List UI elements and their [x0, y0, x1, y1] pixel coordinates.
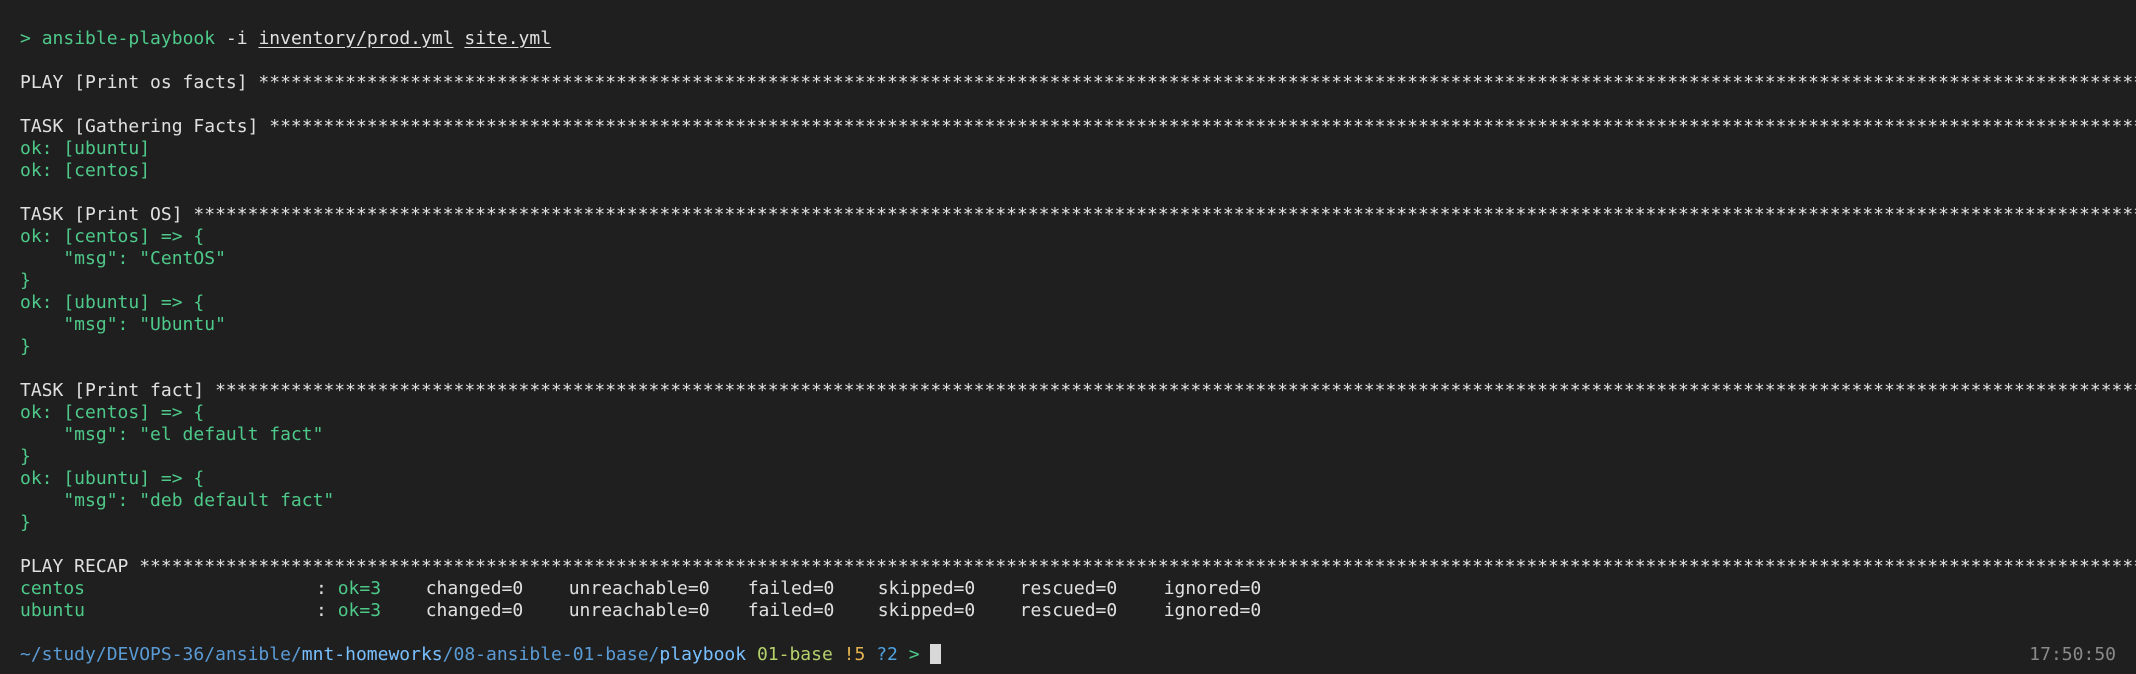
- recap-header: PLAY RECAP *****************************…: [20, 556, 2136, 578]
- output-line: "msg": "Ubuntu": [20, 314, 226, 335]
- output-line: ok: [centos] => {: [20, 226, 205, 247]
- output-line: }: [20, 270, 31, 291]
- prompt-path-prefix: ~/study/DEVOPS-36/ansible/: [20, 644, 302, 665]
- recap-host: ubuntu: [20, 600, 86, 621]
- git-modified-count: !5: [843, 644, 866, 665]
- recap-changed: changed=0: [425, 600, 524, 621]
- task-stars: ****************************************…: [269, 116, 2136, 137]
- command-line: > ansible-playbook -i inventory/prod.yml…: [20, 28, 2136, 50]
- recap-stars: ****************************************…: [139, 556, 2136, 577]
- recap-ok: ok=3: [337, 578, 382, 599]
- output-line: ok: [ubuntu] => {: [20, 292, 205, 313]
- recap-rescued: rescued=0: [1019, 600, 1118, 621]
- output-line: "msg": "deb default fact": [20, 490, 335, 511]
- recap-unreachable: unreachable=0: [568, 600, 710, 621]
- recap-ok: ok=3: [337, 600, 382, 621]
- prompt-path-dir: playbook: [659, 644, 747, 665]
- play-title: PLAY [Print os facts]: [20, 72, 259, 93]
- recap-changed: changed=0: [425, 578, 524, 599]
- output-line: "msg": "el default fact": [20, 424, 324, 445]
- prompt-caret: >: [908, 644, 920, 665]
- task-title: TASK [Gathering Facts]: [20, 116, 270, 137]
- recap-rescued: rescued=0: [1019, 578, 1118, 599]
- recap-failed: failed=0: [747, 600, 835, 621]
- recap-failed: failed=0: [747, 578, 835, 599]
- command-program: ansible-playbook: [41, 28, 216, 49]
- recap-skipped: skipped=0: [877, 578, 976, 599]
- output-line: }: [20, 336, 31, 357]
- play-header: PLAY [Print os facts] ******************…: [20, 72, 2136, 94]
- command-inventory-path: inventory/prod.yml: [258, 28, 454, 49]
- recap-skipped: skipped=0: [877, 600, 976, 621]
- recap-ignored: ignored=0: [1163, 600, 1262, 621]
- task-title: TASK [Print fact]: [20, 380, 216, 401]
- output-line: ok: [ubuntu] => {: [20, 468, 205, 489]
- prompt-symbol: >: [20, 28, 31, 49]
- output-line: "msg": "CentOS": [20, 248, 226, 269]
- shell-prompt[interactable]: ~/study/DEVOPS-36/ansible/mnt-homeworks/…: [20, 644, 2116, 666]
- output-line: ok: [centos] => {: [20, 402, 205, 423]
- recap-row-centos: centos: ok=3 changed=0 unreachable=0 failed…: [20, 578, 2136, 600]
- output-line: }: [20, 446, 31, 467]
- recap-unreachable: unreachable=0: [568, 578, 710, 599]
- recap-separator: :: [316, 600, 338, 621]
- recap-separator: :: [316, 578, 338, 599]
- task-title: TASK [Print OS]: [20, 204, 194, 225]
- recap-host: centos: [20, 578, 86, 599]
- task-stars: ****************************************…: [193, 204, 2136, 225]
- task-header-print-os: TASK [Print OS] ************************…: [20, 204, 2136, 226]
- prompt-path-repo: mnt-homeworks: [301, 644, 443, 665]
- output-line: ok: [centos]: [20, 160, 151, 181]
- prompt-path-mid: /08-ansible-01-base/: [442, 644, 660, 665]
- command-flag: -i: [225, 28, 248, 49]
- recap-row-ubuntu: ubuntu: ok=3 changed=0 unreachable=0 failed…: [20, 600, 2136, 622]
- prompt-clock: 17:50:50: [2029, 644, 2116, 665]
- output-line: }: [20, 512, 31, 533]
- task-header-gathering-facts: TASK [Gathering Facts] *****************…: [20, 116, 2136, 138]
- task-header-print-fact: TASK [Print fact] **********************…: [20, 380, 2136, 402]
- recap-title: PLAY RECAP: [20, 556, 140, 577]
- terminal-window[interactable]: > ansible-playbook -i inventory/prod.yml…: [0, 0, 2136, 674]
- play-stars: ****************************************…: [258, 72, 2136, 93]
- recap-ignored: ignored=0: [1163, 578, 1262, 599]
- git-branch: 01-base: [756, 644, 833, 665]
- text-cursor[interactable]: [930, 644, 942, 664]
- git-untracked-count: ?2: [876, 644, 898, 665]
- output-line: ok: [ubuntu]: [20, 138, 151, 159]
- task-stars: ****************************************…: [215, 380, 2136, 401]
- command-playbook-path: site.yml: [464, 28, 552, 49]
